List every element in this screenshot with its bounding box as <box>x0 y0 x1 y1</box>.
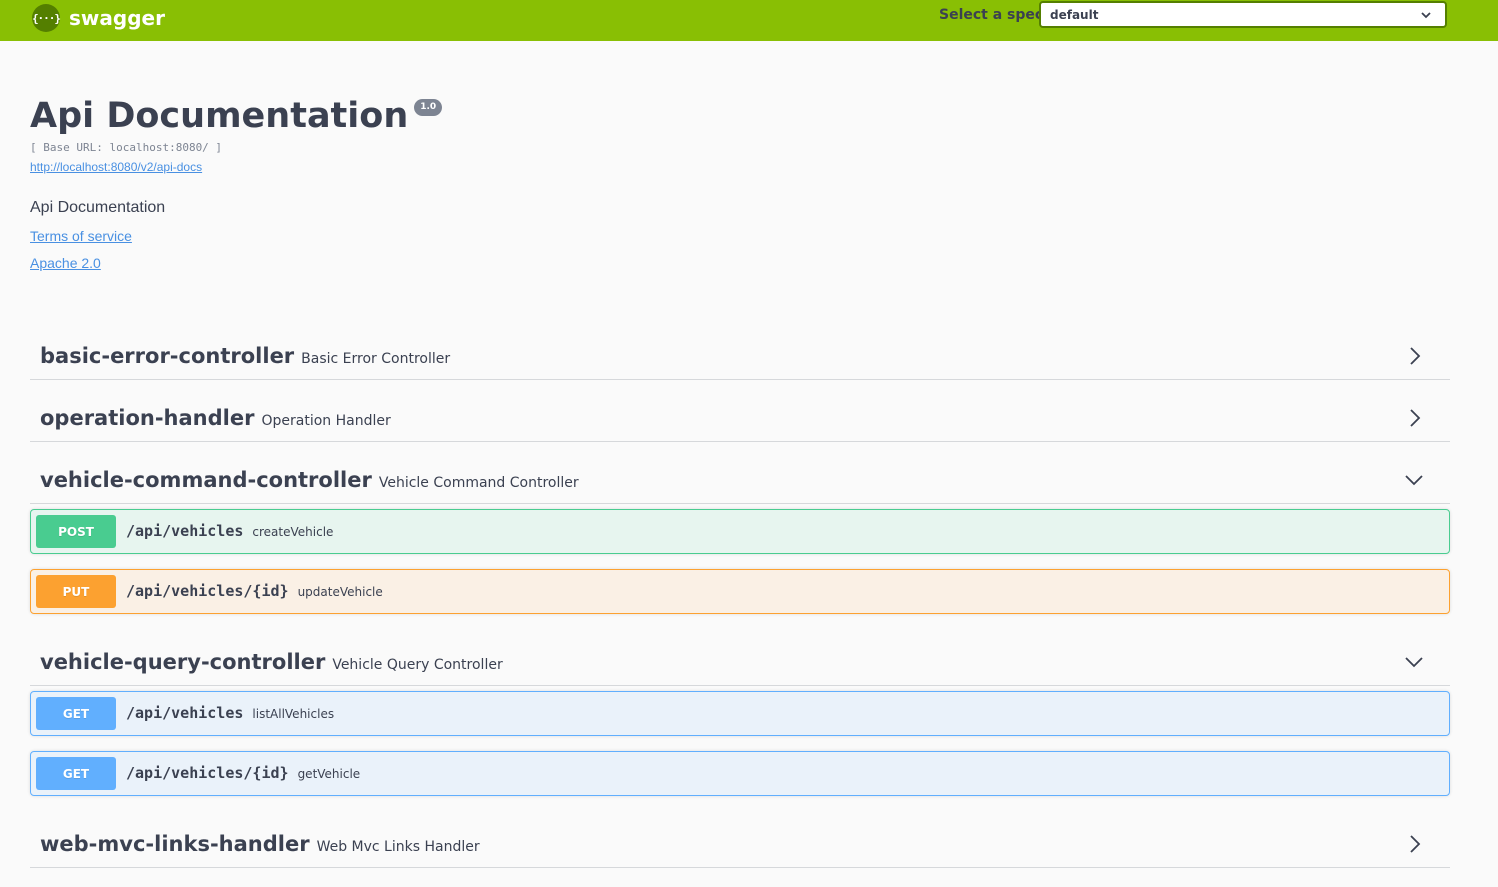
tag-vehicle-query-controller[interactable]: vehicle-query-controller Vehicle Query Co… <box>30 640 1450 686</box>
api-title-block: Api Documentation 1.0 <box>30 94 443 138</box>
method-badge: POST <box>36 515 116 548</box>
swagger-logo-icon: {···} <box>32 4 61 32</box>
license-link[interactable]: Apache 2.0 <box>30 255 101 271</box>
method-badge: GET <box>36 697 116 730</box>
tag-web-mvc-links-handler[interactable]: web-mvc-links-handler Web Mvc Links Handl… <box>30 822 1450 868</box>
tag-name: operation-handler Operation Handler <box>40 406 391 430</box>
base-url: [ Base URL: localhost:8080/ ] <box>30 141 223 154</box>
tag-name: web-mvc-links-handler Web Mvc Links Handl… <box>40 832 480 856</box>
chevron-down-icon[interactable] <box>1404 470 1424 490</box>
tag-name: vehicle-query-controller Vehicle Query Co… <box>40 650 503 674</box>
tag-name: basic-error-controller Basic Error Contro… <box>40 344 451 368</box>
tag-operation-handler[interactable]: operation-handler Operation Handler <box>30 396 1450 442</box>
spec-select[interactable]: default <box>1039 1 1447 28</box>
tag-description: Vehicle Query Controller <box>332 657 503 673</box>
operation-path: /api/vehicles createVehicle <box>126 522 334 540</box>
tag-description: Vehicle Command Controller <box>378 475 579 491</box>
chevron-right-icon[interactable] <box>1404 834 1424 854</box>
operation-path: /api/vehicles/{id} updateVehicle <box>126 582 383 600</box>
tag-description: Operation Handler <box>261 413 391 429</box>
operation-summary: updateVehicle <box>297 585 383 599</box>
swagger-logo[interactable]: {···} swagger <box>32 3 165 33</box>
operation-path: /api/vehicles listAllVehicles <box>126 704 335 722</box>
operation-get-api-vehicles[interactable]: GET /api/vehicles listAllVehicles <box>30 691 1450 736</box>
operation-summary: createVehicle <box>252 525 334 539</box>
api-docs-link[interactable]: http://localhost:8080/v2/api-docs <box>30 160 202 174</box>
chevron-right-icon[interactable] <box>1404 346 1424 366</box>
version-badge: 1.0 <box>414 99 443 116</box>
top-bar: {···} swagger Select a spec default <box>0 0 1498 41</box>
operation-summary: getVehicle <box>297 767 361 781</box>
operation-summary: listAllVehicles <box>252 707 335 721</box>
tag-description: Web Mvc Links Handler <box>316 839 480 855</box>
tag-basic-error-controller[interactable]: basic-error-controller Basic Error Contro… <box>30 334 1450 380</box>
terms-of-service-link[interactable]: Terms of service <box>30 228 132 244</box>
spec-select-value: default <box>1050 7 1099 22</box>
api-title: Api Documentation <box>30 96 409 136</box>
tag-description: Basic Error Controller <box>301 351 451 367</box>
swagger-logo-text: swagger <box>69 6 165 30</box>
operation-get-api-vehicles-id[interactable]: GET /api/vehicles/{id} getVehicle <box>30 751 1450 796</box>
tag-vehicle-command-controller[interactable]: vehicle-command-controller Vehicle Comman… <box>30 458 1450 504</box>
tag-name: vehicle-command-controller Vehicle Comman… <box>40 468 579 492</box>
operation-post-api-vehicles[interactable]: POST /api/vehicles createVehicle <box>30 509 1450 554</box>
api-description: Api Documentation <box>30 199 166 216</box>
operation-put-api-vehicles-id[interactable]: PUT /api/vehicles/{id} updateVehicle <box>30 569 1450 614</box>
method-badge: GET <box>36 757 116 790</box>
chevron-down-icon <box>1421 12 1431 19</box>
method-badge: PUT <box>36 575 116 608</box>
spec-select-label: Select a spec <box>939 7 1044 23</box>
chevron-down-icon[interactable] <box>1404 652 1424 672</box>
chevron-right-icon[interactable] <box>1404 408 1424 428</box>
operation-path: /api/vehicles/{id} getVehicle <box>126 764 361 782</box>
